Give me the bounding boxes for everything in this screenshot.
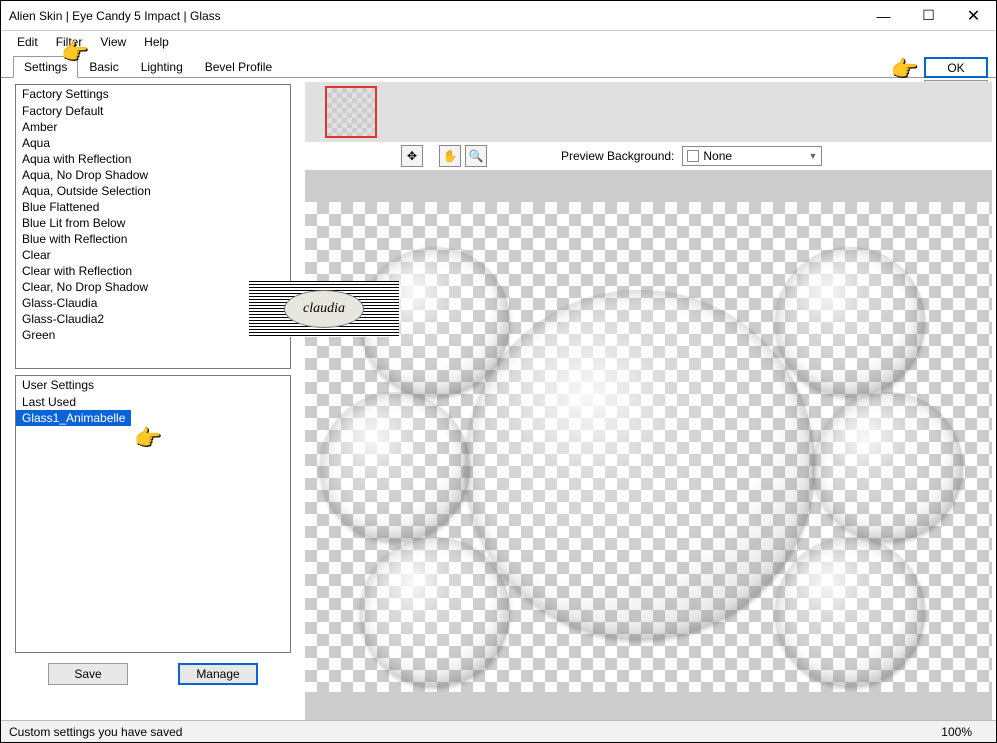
tool-row: ✥ ✋ 🔍 Preview Background: None ▼ xyxy=(301,142,996,170)
tool-hand-icon[interactable]: ✋ xyxy=(439,145,461,167)
preview-background-select[interactable]: None ▼ xyxy=(682,146,822,166)
window-title: Alien Skin | Eye Candy 5 Impact | Glass xyxy=(9,9,861,23)
list-item[interactable]: Last Used xyxy=(16,394,290,410)
list-item[interactable]: Blue Lit from Below xyxy=(16,215,290,231)
list-item[interactable]: Blue with Reflection xyxy=(16,231,290,247)
glass-bubble xyxy=(813,392,963,542)
maximize-button[interactable]: ☐ xyxy=(906,1,951,30)
list-item[interactable]: Aqua xyxy=(16,135,290,151)
minimize-button[interactable]: — xyxy=(861,1,906,30)
list-item[interactable]: Aqua, Outside Selection xyxy=(16,183,290,199)
menu-edit[interactable]: Edit xyxy=(9,33,46,51)
list-item[interactable]: Blue Flattened xyxy=(16,199,290,215)
tab-basic[interactable]: Basic xyxy=(78,56,129,77)
menu-filter[interactable]: Filter xyxy=(48,33,91,51)
glass-bubble xyxy=(465,290,815,640)
preview-background-value: None xyxy=(703,149,732,163)
glass-bubble xyxy=(775,537,925,687)
settings-panel: Factory Settings Factory Default Amber A… xyxy=(1,78,301,702)
list-item[interactable]: Aqua, No Drop Shadow xyxy=(16,167,290,183)
preview-thumbnail[interactable] xyxy=(325,86,377,138)
tab-bar: Settings Basic Lighting Bevel Profile xyxy=(1,53,996,77)
menu-view[interactable]: View xyxy=(92,33,134,51)
watermark-text: claudia xyxy=(284,290,364,328)
preview-canvas[interactable] xyxy=(305,202,992,692)
thumbnail-strip xyxy=(305,82,992,142)
zoom-level: 100% xyxy=(941,725,972,739)
tab-lighting[interactable]: Lighting xyxy=(130,56,194,77)
status-text: Custom settings you have saved xyxy=(9,725,182,739)
watermark-stamp: claudia xyxy=(249,281,399,337)
list-item[interactable]: Clear xyxy=(16,247,290,263)
ok-button[interactable]: OK xyxy=(924,57,988,78)
tool-move-icon[interactable]: ✥ xyxy=(401,145,423,167)
close-button[interactable]: ✕ xyxy=(951,1,996,30)
user-settings-list[interactable]: User Settings Last Used Glass1_Animabell… xyxy=(15,375,291,653)
title-bar: Alien Skin | Eye Candy 5 Impact | Glass … xyxy=(1,1,996,31)
glass-bubble xyxy=(775,247,925,397)
glass-bubble xyxy=(360,537,510,687)
menu-bar: Edit Filter View Help xyxy=(1,31,996,53)
tab-bevel-profile[interactable]: Bevel Profile xyxy=(194,56,283,77)
swatch-icon xyxy=(687,150,699,162)
status-bar: Custom settings you have saved 100% xyxy=(1,720,996,742)
preview-border-top xyxy=(305,170,992,202)
chevron-down-icon: ▼ xyxy=(808,151,817,161)
manage-button[interactable]: Manage xyxy=(178,663,258,685)
tool-zoom-icon[interactable]: 🔍 xyxy=(465,145,487,167)
preview-panel: ✥ ✋ 🔍 Preview Background: None ▼ xyxy=(301,78,996,702)
user-settings-header: User Settings xyxy=(16,376,290,394)
preview-background-label: Preview Background: xyxy=(561,149,674,163)
factory-settings-header: Factory Settings xyxy=(16,85,290,103)
list-item[interactable]: Factory Default xyxy=(16,103,290,119)
menu-help[interactable]: Help xyxy=(136,33,177,51)
glass-bubble xyxy=(320,392,470,542)
list-item[interactable]: Clear with Reflection xyxy=(16,263,290,279)
list-item[interactable]: Aqua with Reflection xyxy=(16,151,290,167)
list-item-selected[interactable]: Glass1_Animabelle xyxy=(16,410,131,426)
tab-settings[interactable]: Settings xyxy=(13,56,78,78)
save-button[interactable]: Save xyxy=(48,663,128,685)
list-item[interactable]: Amber xyxy=(16,119,290,135)
